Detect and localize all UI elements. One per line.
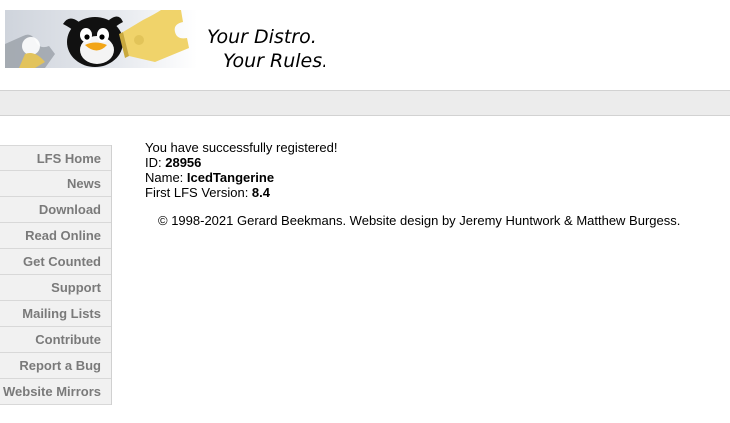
nav-item-website-mirrors[interactable]: Website Mirrors	[0, 379, 111, 405]
nav-item-lfs-home[interactable]: LFS Home	[0, 145, 111, 171]
version-line: First LFS Version: 8.4	[145, 185, 337, 200]
slogan-line-2: Your Rules.	[223, 50, 325, 68]
id-line: ID: 28956	[145, 155, 337, 170]
nav-item-mailing-lists[interactable]: Mailing Lists	[0, 301, 111, 327]
id-value: 28956	[165, 155, 202, 170]
id-label: ID:	[145, 155, 166, 170]
name-label: Name:	[145, 170, 187, 185]
tux-puzzle-logo	[5, 10, 189, 68]
top-bar	[0, 90, 730, 116]
sidebar-nav: LFS Home News Download Read Online Get C…	[0, 145, 112, 405]
version-value: 8.4	[251, 185, 270, 200]
header-banner[interactable]: Your Distro. Your Rules.	[5, 10, 325, 68]
page: Your Distro. Your Rules. LFS Home News D…	[0, 0, 730, 423]
copyright-footer: © 1998-2021 Gerard Beekmans. Website des…	[158, 213, 681, 228]
nav-item-report-a-bug[interactable]: Report a Bug	[0, 353, 111, 379]
version-label: First LFS Version:	[145, 185, 252, 200]
name-value: IcedTangerine	[186, 170, 275, 185]
nav-item-read-online[interactable]: Read Online	[0, 223, 111, 249]
nav-item-support[interactable]: Support	[0, 275, 111, 301]
nav-item-news[interactable]: News	[0, 171, 111, 197]
slogan-line-1: Your Distro.	[207, 26, 317, 48]
success-message: You have successfully registered!	[145, 140, 338, 155]
nav-item-get-counted[interactable]: Get Counted	[0, 249, 111, 275]
nav-item-contribute[interactable]: Contribute	[0, 327, 111, 353]
nav-item-download[interactable]: Download	[0, 197, 111, 223]
name-line: Name: IcedTangerine	[145, 170, 337, 185]
registration-result: You have successfully registered! ID: 28…	[145, 140, 337, 200]
